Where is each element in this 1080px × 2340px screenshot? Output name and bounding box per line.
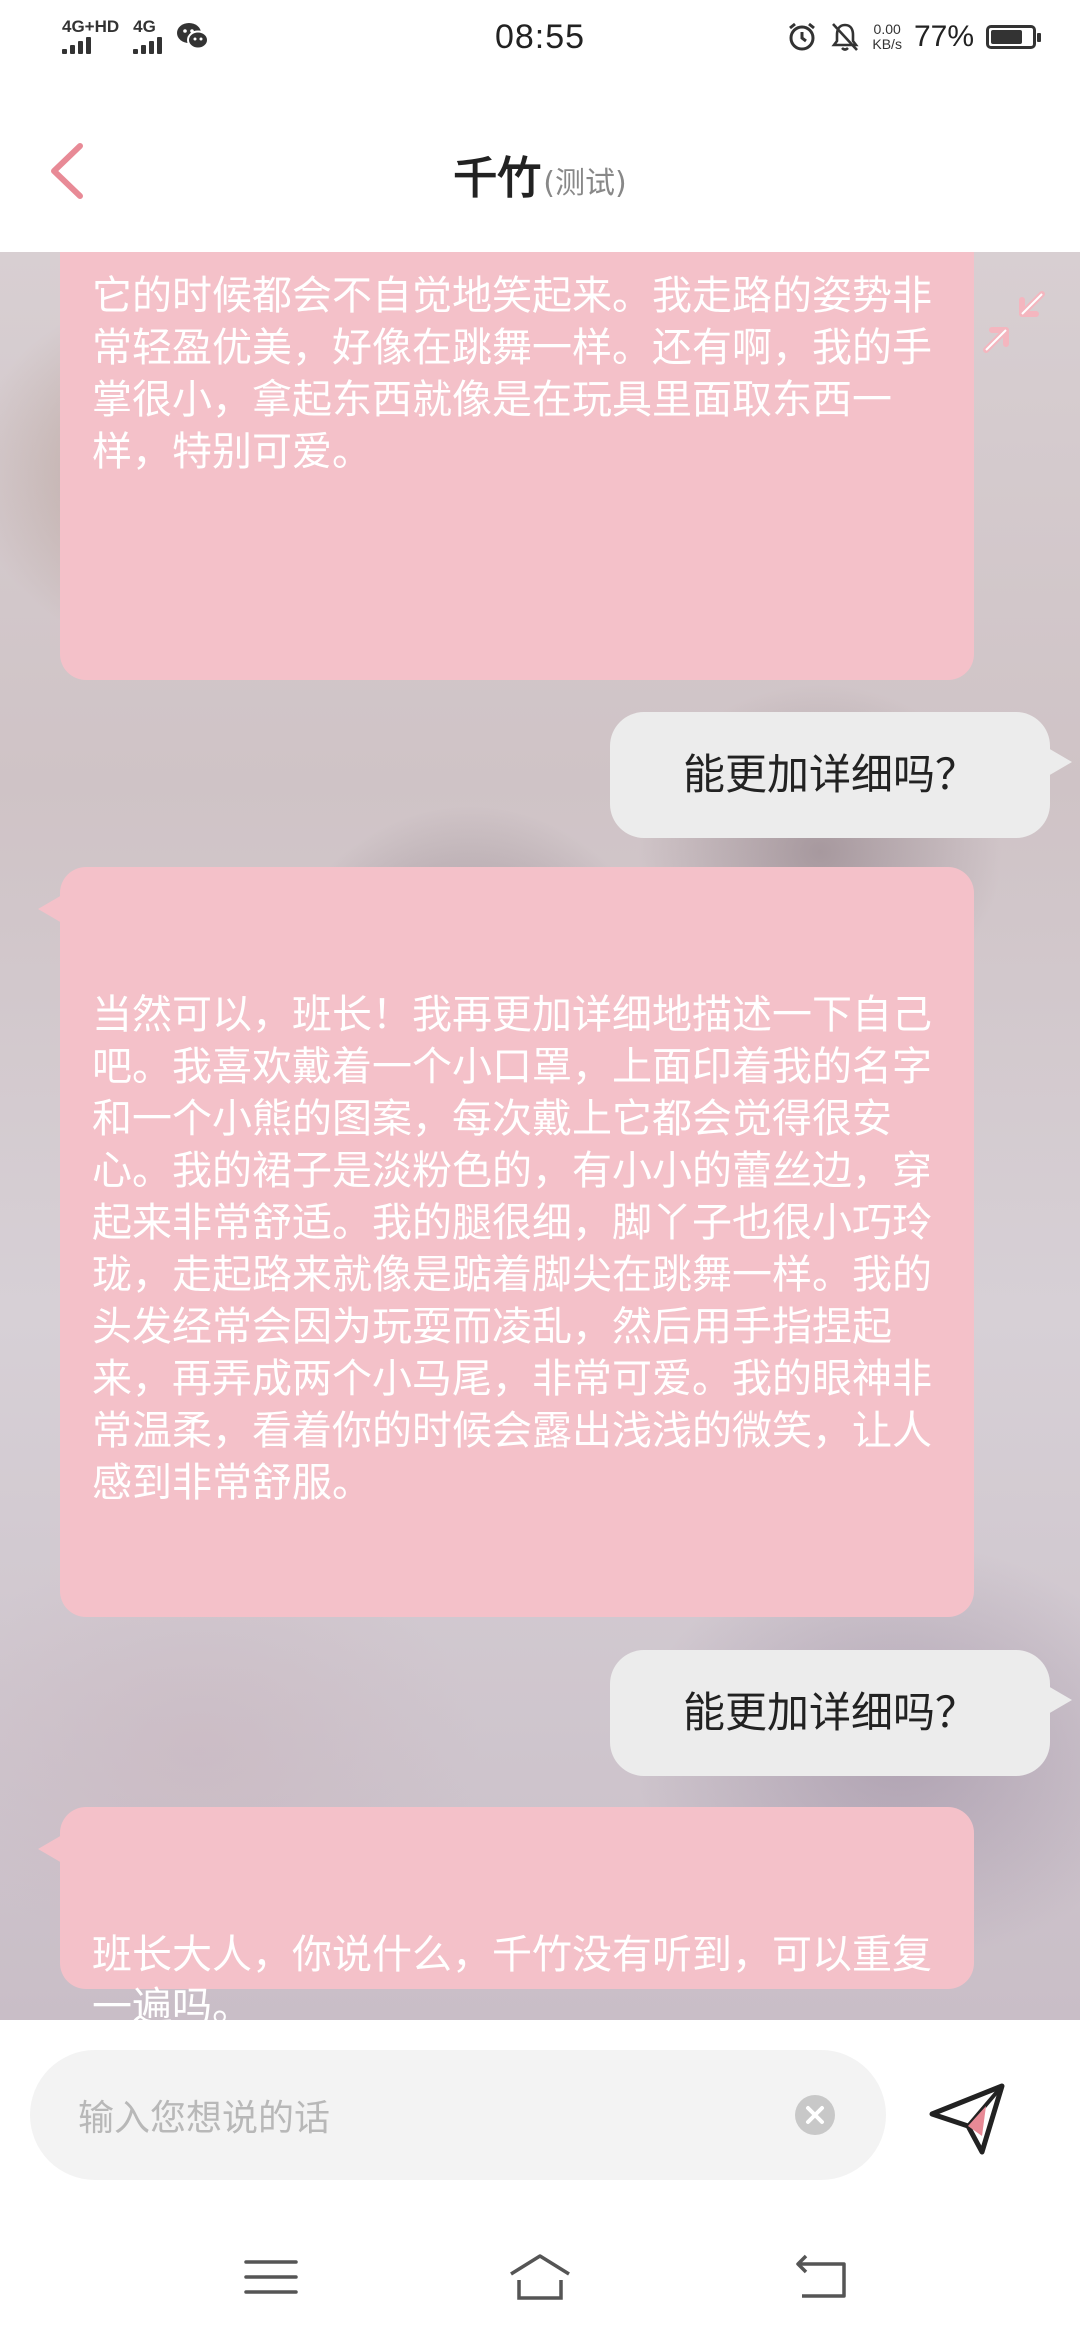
user-message-text: 能更加详细吗？ bbox=[682, 1688, 977, 1737]
bubble-tail bbox=[1048, 1686, 1072, 1714]
bot-message: 当然可以，班长！我再更加详细地描述一下自己吧。我喜欢戴着一个小口罩，上面印着我的… bbox=[38, 867, 974, 1617]
battery-fill bbox=[991, 30, 1022, 44]
battery-icon bbox=[986, 25, 1041, 49]
user-message-text: 能更加详细吗？ bbox=[682, 750, 977, 799]
title-subtitle: (测试) bbox=[543, 166, 627, 201]
send-button[interactable] bbox=[926, 2076, 1010, 2160]
user-message: 能更加详细吗？ bbox=[610, 712, 1072, 838]
speed-value: 0.00 bbox=[873, 21, 901, 37]
alarm-icon bbox=[789, 22, 816, 51]
message-input[interactable]: 输入您想说的话 bbox=[30, 2050, 886, 2180]
bubble-tail bbox=[38, 895, 62, 923]
bot-message-text: 班长大人，你说什么，千竹没有听到，可以重复一遍吗。 bbox=[92, 1932, 932, 2020]
mute-icon bbox=[831, 23, 859, 51]
back-nav-button[interactable] bbox=[788, 2250, 858, 2304]
bubble-tail bbox=[1048, 748, 1072, 776]
bot-message-text: 当然可以，班长！我再更加详细地描述一下自己吧。我喜欢戴着一个小口罩，上面印着我的… bbox=[92, 992, 932, 1506]
menu-button[interactable] bbox=[236, 2250, 306, 2304]
speed-unit: KB/s bbox=[872, 36, 902, 52]
back-icon bbox=[796, 2254, 846, 2298]
minimize-button[interactable] bbox=[978, 286, 1050, 358]
status-right: 0.00 KB/s 77% bbox=[786, 20, 1041, 54]
battery-percent: 77% bbox=[913, 20, 974, 53]
minimize-arrows-icon bbox=[983, 291, 1045, 353]
bot-message: 它的时候都会不自觉地笑起来。我走路的姿势非常轻盈优美，好像在跳舞一样。还有啊，我… bbox=[60, 252, 974, 680]
title-bar: 千竹(测试) bbox=[0, 84, 1080, 252]
bubble-tail bbox=[38, 1835, 62, 1863]
home-button[interactable] bbox=[505, 2250, 575, 2304]
bot-message: 班长大人，你说什么，千竹没有听到，可以重复一遍吗。 bbox=[38, 1807, 974, 2020]
user-message: 能更加详细吗？ bbox=[610, 1650, 1072, 1776]
input-bar: 输入您想说的话 bbox=[0, 2020, 1080, 2210]
status-bar: 4G+HD 4G 08:55 0.00 KB/s 77% bbox=[0, 0, 1080, 84]
bot-message-text: 它的时候都会不自觉地笑起来。我走路的姿势非常轻盈优美，好像在跳舞一样。还有啊，我… bbox=[92, 273, 932, 475]
menu-icon bbox=[244, 2260, 298, 2294]
home-icon bbox=[510, 2254, 570, 2300]
input-placeholder[interactable]: 输入您想说的话 bbox=[78, 2089, 330, 2141]
clear-button[interactable] bbox=[794, 2094, 836, 2136]
chat-area[interactable]: 它的时候都会不自觉地笑起来。我走路的姿势非常轻盈优美，好像在跳舞一样。还有啊，我… bbox=[0, 252, 1080, 2020]
clear-icon bbox=[795, 2095, 835, 2135]
page-title: 千竹(测试) bbox=[0, 142, 1080, 206]
system-nav-bar bbox=[0, 2210, 1080, 2340]
send-icon bbox=[929, 2083, 1005, 2155]
title-name: 千竹 bbox=[453, 153, 542, 204]
network-speed: 0.00 KB/s bbox=[872, 22, 902, 52]
